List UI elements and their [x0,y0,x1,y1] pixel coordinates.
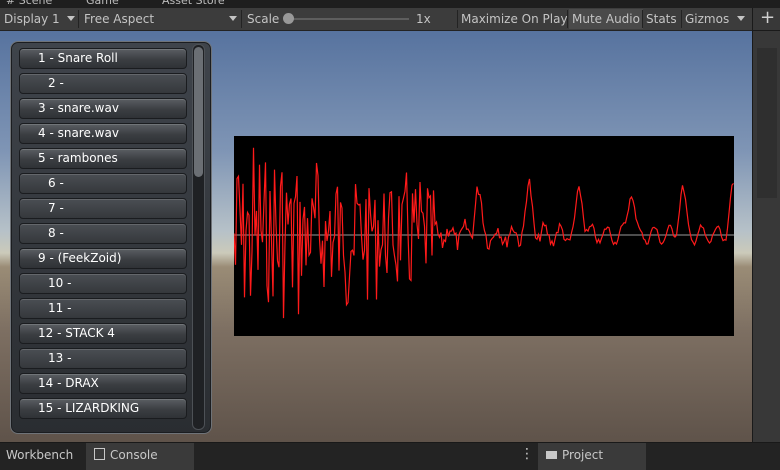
tab-scene[interactable]: # Scene [6,0,52,8]
track-button[interactable]: 3 - snare.wav [19,98,187,119]
track-button-label: 8 - [48,226,64,240]
track-button-label: 2 - [48,76,64,90]
track-button[interactable]: 10 - [19,273,187,294]
track-button-label: 1 - Snare Roll [38,51,118,65]
plus-icon[interactable]: + [760,9,775,27]
track-button[interactable]: 9 - (FeekZoid) [19,248,187,269]
track-button-label: 3 - snare.wav [38,101,119,115]
bottom-panel-tabs: Workbench Console ⋮ Project [0,442,780,470]
track-list-scrollbar[interactable] [192,44,205,430]
game-view-toolbar: Display 1 Free Aspect Scale 1x Maximize … [0,8,752,31]
track-button[interactable]: 15 - LIZARDKING [19,398,187,419]
stats-button[interactable]: Stats [643,9,680,29]
display-dropdown[interactable]: Display 1 [4,8,60,30]
toolbar-divider [241,10,242,28]
track-button[interactable]: 4 - snare.wav [19,123,187,144]
panel-divider [753,30,780,31]
aspect-dropdown[interactable]: Free Aspect [84,8,154,30]
track-button-label: 15 - LIZARDKING [38,401,140,415]
tab-console[interactable]: Console [86,443,194,470]
track-button-label: 10 - [48,276,72,290]
toolbar-divider [78,10,79,28]
tab-project-label: Project [562,448,604,462]
track-button[interactable]: 7 - [19,198,187,219]
track-button-label: 5 - rambones [38,151,118,165]
waveform-graph [233,147,734,319]
track-button[interactable]: 5 - rambones [19,148,187,169]
track-button[interactable]: 1 - Snare Roll [19,48,187,69]
track-button-label: 4 - snare.wav [38,126,119,140]
display-chevron-down-icon [67,16,75,21]
tab-console-label: Console [110,448,158,462]
tab-workbench-label: Workbench [6,448,74,462]
scale-slider-track[interactable] [291,18,409,20]
track-button-label: 9 - (FeekZoid) [38,251,122,265]
folder-icon [546,451,557,459]
aspect-chevron-down-icon [229,16,237,21]
console-icon [94,448,105,460]
panel-menu-icon[interactable]: ⋮ [520,446,534,462]
tab-game[interactable]: Game [86,0,119,8]
track-button[interactable]: 8 - [19,223,187,244]
tab-workbench[interactable]: Workbench [0,443,79,470]
side-scrollbar-thumb[interactable] [757,48,777,198]
track-button[interactable]: 14 - DRAX [19,373,187,394]
window-tab-strip: # Scene Game Asset Store [0,0,780,8]
gizmos-button[interactable]: Gizmos [682,9,732,29]
right-side-panel: + [752,8,780,442]
track-button[interactable]: 12 - STACK 4 [19,323,187,344]
track-button[interactable]: 11 - [19,298,187,319]
track-button-label: 6 - [48,176,64,190]
scale-label: Scale [247,12,280,26]
waveform-display [233,136,734,336]
scale-slider-thumb[interactable] [283,13,294,24]
waveform-line [233,147,734,319]
tab-project[interactable]: Project [538,443,646,470]
track-button-label: 7 - [48,201,64,215]
gizmos-chevron-down-icon[interactable] [737,16,745,21]
track-list-panel: 1 - Snare Roll 2 - 3 - snare.wav 4 - snare.… [10,41,212,434]
track-button[interactable]: 6 - [19,173,187,194]
track-button-label: 12 - STACK 4 [38,326,115,340]
track-button-label: 13 - [48,351,72,365]
mute-audio-button[interactable]: Mute Audio [569,9,643,29]
track-list-scrollbar-thumb[interactable] [194,47,203,177]
track-button-label: 11 - [48,301,72,315]
scale-value: 1x [416,12,431,26]
tab-asset-store[interactable]: Asset Store [162,0,225,8]
track-button[interactable]: 13 - [19,348,187,369]
maximize-on-play-button[interactable]: Maximize On Play [458,9,571,29]
track-button-label: 14 - DRAX [38,376,99,390]
toolbar-divider [567,10,568,28]
track-button[interactable]: 2 - [19,73,187,94]
